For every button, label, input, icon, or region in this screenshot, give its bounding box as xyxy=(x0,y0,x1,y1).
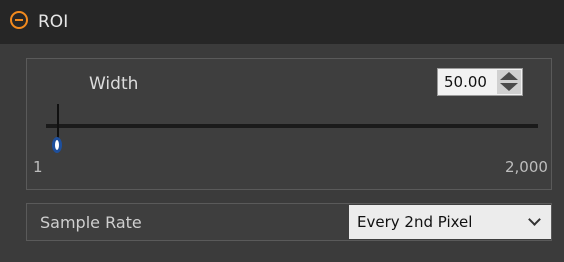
slider-max-label: 2,000 xyxy=(505,158,548,176)
decrement-arrow-icon[interactable] xyxy=(500,83,518,91)
sample-rate-value: Every 2nd Pixel xyxy=(357,213,473,231)
header-title: ROI xyxy=(38,12,69,32)
width-spinbox[interactable]: 50.00 xyxy=(437,68,523,96)
width-slider-thumb[interactable] xyxy=(52,137,62,153)
chevron-down-icon xyxy=(528,213,541,226)
slider-min-label: 1 xyxy=(33,158,43,176)
roi-panel: ROI Width 50.00 1 2,000 Sample Rate Ever… xyxy=(0,0,564,262)
spin-buttons xyxy=(497,70,521,94)
slider-thumb-stem xyxy=(57,104,59,140)
roi-header[interactable]: ROI xyxy=(0,0,564,44)
width-value[interactable]: 50.00 xyxy=(444,73,487,91)
sample-rate-select[interactable]: Every 2nd Pixel xyxy=(349,205,551,239)
collapse-icon[interactable] xyxy=(10,11,28,29)
increment-arrow-icon[interactable] xyxy=(500,72,518,80)
width-label: Width xyxy=(89,74,139,94)
sample-rate-label: Sample Rate xyxy=(40,213,142,232)
width-slider-track[interactable] xyxy=(46,124,538,128)
